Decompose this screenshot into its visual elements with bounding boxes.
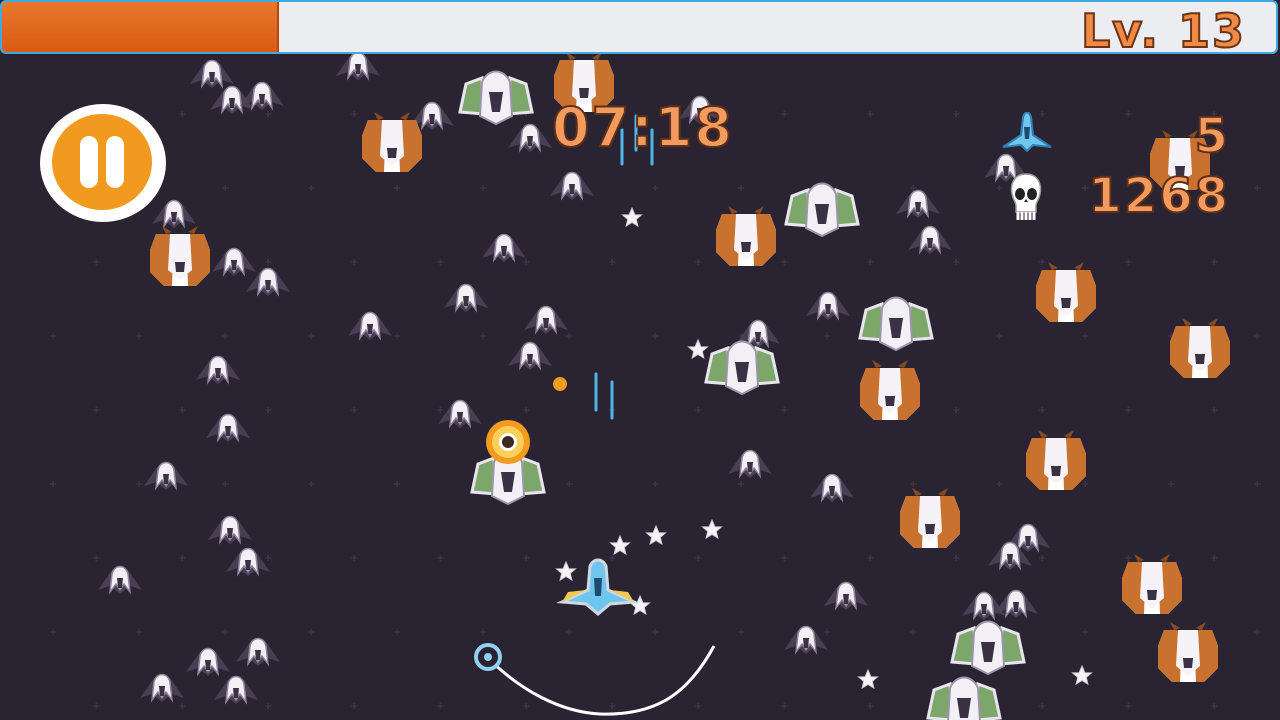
- enemy-bruiser: [860, 360, 920, 420]
- explosion-effect: [486, 420, 530, 464]
- enemy-fighter: [507, 341, 553, 371]
- enemy-cruiser: [926, 676, 1002, 720]
- joystick-center: [484, 653, 492, 661]
- enemy-bruiser: [150, 226, 210, 286]
- xp-star-pickup: [1072, 665, 1092, 685]
- xp-star-pickup: [622, 207, 642, 227]
- enemy-fighter: [347, 311, 393, 341]
- enemy-bruiser: [900, 488, 960, 548]
- xp-star-pickup: [630, 595, 650, 615]
- enemy-bruiser: [716, 206, 776, 266]
- enemy-fighter: [809, 473, 855, 503]
- enemy-fighter: [97, 565, 143, 595]
- enemy-fighter: [189, 59, 235, 89]
- enemy-fighter: [437, 399, 483, 429]
- xp-star-pickup: [858, 669, 878, 689]
- xp-star-pickup: [688, 339, 708, 359]
- survival-timer: 07:18: [551, 95, 734, 160]
- enemy-fighter: [225, 547, 271, 577]
- enemy-bruiser: [1170, 318, 1230, 378]
- enemy-fighter: [335, 51, 381, 81]
- enemy-fighter: [151, 199, 197, 229]
- enemy-bruiser: [1122, 554, 1182, 614]
- enemy-fighter: [481, 233, 527, 263]
- enemy-bruiser: [1036, 262, 1096, 322]
- enemy-cruiser: [950, 620, 1026, 676]
- enemy-fighter: [805, 291, 851, 321]
- enemy-fighter: [507, 123, 553, 153]
- pause-bar-right: [106, 136, 124, 188]
- skull-icon: [1010, 173, 1042, 220]
- enemy-fighter: [143, 461, 189, 491]
- enemy-fighter: [139, 673, 185, 703]
- level-label: Lv. 13: [1080, 3, 1246, 54]
- enemy-cruiser: [784, 182, 860, 238]
- enemy-fighter: [895, 189, 941, 219]
- enemy-fighter: [207, 515, 253, 545]
- enemy-cruiser: [458, 70, 534, 126]
- joystick-arc[interactable]: [486, 645, 716, 716]
- xp-star-pickup: [646, 525, 666, 545]
- enemy-fighter: [783, 625, 829, 655]
- enemy-cruiser: [858, 296, 934, 352]
- enemy-fighter: [185, 647, 231, 677]
- enemy-fighter: [907, 225, 953, 255]
- enemy-fighter: [213, 675, 259, 705]
- mini-ship-icon: [1002, 112, 1052, 153]
- kills-count: 5: [1194, 107, 1230, 165]
- xp-progress-bar: Lv. 13: [0, 0, 1278, 54]
- enemy-fighter: [195, 355, 241, 385]
- xp-star-pickup: [610, 535, 630, 555]
- enemy-fighter: [727, 449, 773, 479]
- enemy-fighter: [205, 413, 251, 443]
- enemy-cruiser: [704, 340, 780, 396]
- pause-button[interactable]: [40, 104, 166, 222]
- xp-star-pickup: [556, 561, 576, 581]
- spark-effect: [553, 377, 567, 391]
- pause-icon: [52, 114, 152, 210]
- enemy-fighter: [211, 247, 257, 277]
- enemy-bruiser: [362, 112, 422, 172]
- pause-bar-left: [80, 136, 98, 188]
- enemy-fighter: [823, 581, 869, 611]
- xp-progress-fill: [2, 2, 280, 52]
- enemy-bruiser: [1026, 430, 1086, 490]
- enemy-fighter: [523, 305, 569, 335]
- enemy-fighter: [235, 637, 281, 667]
- score-count: 1268: [1087, 167, 1230, 225]
- xp-star-pickup: [702, 519, 722, 539]
- enemy-bruiser: [1158, 622, 1218, 682]
- enemy-fighter: [961, 591, 1007, 621]
- enemy-fighter: [245, 267, 291, 297]
- enemy-fighter: [443, 283, 489, 313]
- enemy-fighter: [549, 171, 595, 201]
- player-ship[interactable]: [556, 558, 640, 616]
